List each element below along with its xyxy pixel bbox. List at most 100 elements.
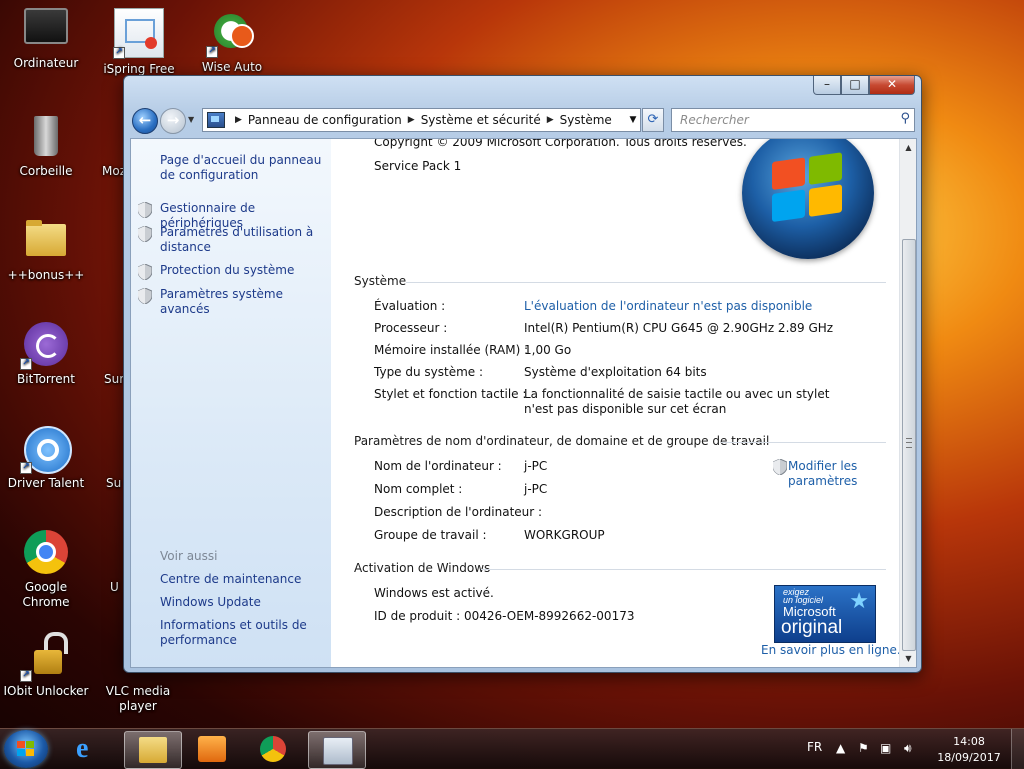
action-center-link[interactable]: Centre de maintenance — [160, 572, 325, 587]
section-divider — [481, 569, 886, 570]
pen-touch-label: Stylet et fonction tactile : — [374, 387, 527, 401]
show-hidden-icons-icon[interactable]: ▲ — [836, 741, 845, 755]
full-name-label: Nom complet : — [374, 482, 463, 496]
windows-update-link[interactable]: Windows Update — [160, 595, 325, 610]
desktop-icon-label: Driver Talent — [7, 476, 85, 490]
taskbar-explorer[interactable] — [124, 731, 182, 769]
learn-more-link[interactable]: En savoir plus en ligne... — [761, 643, 908, 657]
back-button[interactable]: ← — [132, 108, 158, 134]
ram-label: Mémoire installée (RAM) : — [374, 343, 529, 357]
shield-icon — [137, 201, 153, 219]
vertical-scrollbar[interactable]: ▲ ▼ — [899, 139, 916, 667]
genuine-line-4: original — [781, 617, 843, 638]
action-center-flag-icon[interactable]: ⚑ — [858, 741, 869, 755]
desktop-icon-label: Ordinateur — [13, 56, 79, 70]
system-protection-link[interactable]: Protection du système — [160, 263, 325, 278]
clock[interactable]: 14:08 18/09/2017 — [934, 734, 1004, 766]
control-panel-icon — [323, 737, 353, 765]
desktop-icon-mozilla[interactable]: Moz — [70, 112, 126, 179]
network-icon[interactable]: ▣ — [880, 741, 891, 755]
desktop-icon-computer[interactable]: Ordinateur — [0, 8, 92, 71]
computer-name-label: Nom de l'ordinateur : — [374, 459, 502, 473]
shield-icon — [137, 287, 153, 305]
close-button[interactable]: ✕ — [869, 76, 915, 95]
desktop-icon-label: VLC media player — [105, 684, 171, 713]
address-bar[interactable]: ▶ Panneau de configuration ▶ Système et … — [202, 108, 641, 132]
taskbar: e FR ▲ ⚑ ▣ 🔊︎ 14:08 18/09/2017 — [0, 728, 1024, 769]
content-area: Page d'accueil du panneau de configurati… — [130, 138, 917, 668]
chevron-down-icon[interactable]: ▼ — [626, 115, 640, 125]
system-type-label: Type du système : — [374, 365, 484, 379]
scrollbar-thumb[interactable] — [902, 239, 916, 651]
taskbar-control-panel[interactable] — [308, 731, 366, 769]
system-type-value: Système d'exploitation 64 bits — [524, 365, 707, 379]
computer-name-section-title: Paramètres de nom d'ordinateur, de domai… — [354, 434, 770, 448]
shield-icon — [137, 225, 153, 243]
shortcut-arrow-icon: ↗ — [20, 462, 32, 474]
scroll-down-icon[interactable]: ▼ — [900, 650, 916, 667]
shortcut-arrow-icon: ↗ — [113, 47, 125, 59]
windows-flag-icon — [772, 152, 844, 224]
shortcut-arrow-icon: ↗ — [206, 46, 218, 58]
minimize-button[interactable]: – — [813, 76, 841, 95]
breadcrumb-control-panel[interactable]: Panneau de configuration — [248, 113, 402, 127]
control-panel-home-link[interactable]: Page d'accueil du panneau de configurati… — [160, 153, 325, 183]
desktop-icon-bonus-folder[interactable]: ++bonus++ — [0, 216, 92, 283]
advanced-system-settings-link[interactable]: Paramètres système avancés — [160, 287, 325, 317]
internet-explorer-icon: e — [76, 733, 89, 764]
desktop-icon-iobit-unlocker[interactable]: ↗ IObit Unlocker — [0, 632, 92, 699]
shortcut-arrow-icon: ↗ — [20, 358, 32, 370]
window-controls: – □ ✕ — [813, 76, 915, 95]
desktop-icon-bittorrent[interactable]: ↗ BitTorrent — [0, 320, 92, 387]
section-divider — [406, 282, 886, 283]
desktop-icon-driver-talent[interactable]: ↗ Driver Talent — [0, 424, 92, 491]
desktop-icon-label: BitTorrent — [17, 372, 75, 386]
full-name-value: j-PC — [524, 482, 548, 496]
rating-label: Évaluation : — [374, 299, 446, 313]
chevron-right-icon[interactable]: ▶ — [547, 115, 554, 125]
desktop-icon-google-chrome[interactable]: Google Chrome — [0, 528, 92, 610]
desktop-icon-ispring[interactable]: ↗ iSpring Free — [93, 8, 185, 77]
shield-icon — [772, 458, 788, 476]
taskbar-chrome[interactable] — [246, 731, 302, 767]
chevron-right-icon[interactable]: ▶ — [408, 115, 415, 125]
rating-link[interactable]: L'évaluation de l'ordinateur n'est pas d… — [524, 299, 812, 313]
desktop-icon-label: Google Chrome — [22, 580, 70, 609]
section-divider — [721, 442, 886, 443]
left-task-pane: Page d'accueil du panneau de configurati… — [131, 139, 331, 667]
chevron-right-icon[interactable]: ▶ — [235, 115, 242, 125]
maximize-button[interactable]: □ — [841, 76, 869, 95]
system-window: – □ ✕ ← → ▼ ▶ Panneau de configuration ▶… — [123, 75, 922, 673]
remote-settings-link[interactable]: Paramètres d'utilisation à distance — [160, 225, 325, 255]
see-also-heading: Voir aussi — [160, 549, 218, 563]
desktop-icon-wise-auto[interactable]: ↗ Wise Auto — [186, 8, 278, 75]
performance-info-link[interactable]: Informations et outils de performance — [160, 618, 325, 648]
desktop-icon-label: IObit Unlocker — [3, 684, 89, 698]
desktop-icon-label: ++bonus++ — [7, 268, 85, 282]
ram-value: 1,00 Go — [524, 343, 572, 357]
processor-label: Processeur : — [374, 321, 448, 335]
search-icon[interactable]: ⚲ — [900, 111, 910, 126]
breadcrumb-system[interactable]: Système — [560, 113, 612, 127]
language-indicator[interactable]: FR — [807, 740, 822, 754]
genuine-microsoft-badge: exigez un logiciel Microsoft original ★ — [774, 585, 876, 643]
ispring-icon: ↗ — [113, 8, 164, 59]
star-icon: ★ — [849, 588, 869, 613]
start-button[interactable] — [4, 730, 48, 768]
windows-logo — [742, 139, 874, 259]
taskbar-internet-explorer[interactable]: e — [62, 731, 118, 767]
folder-icon — [139, 737, 167, 763]
volume-icon[interactable]: 🔊︎ — [904, 741, 912, 756]
refresh-button[interactable]: ⟳ — [642, 108, 664, 132]
taskbar-media-player[interactable] — [184, 731, 240, 767]
desktop-icon-label: Wise Auto — [201, 60, 263, 74]
processor-value: Intel(R) Pentium(R) CPU G645 @ 2.90GHz 2… — [524, 321, 834, 335]
breadcrumb-system-security[interactable]: Système et sécurité — [421, 113, 541, 127]
show-desktop-button[interactable] — [1011, 729, 1024, 769]
recent-pages-dropdown-icon[interactable]: ▼ — [188, 115, 194, 124]
forward-button[interactable]: → — [160, 108, 186, 134]
chrome-icon — [260, 736, 286, 762]
change-settings-link[interactable]: Modifier les paramètres — [788, 459, 863, 489]
search-input[interactable]: Rechercher ⚲ — [671, 108, 915, 132]
scroll-up-icon[interactable]: ▲ — [900, 139, 916, 156]
